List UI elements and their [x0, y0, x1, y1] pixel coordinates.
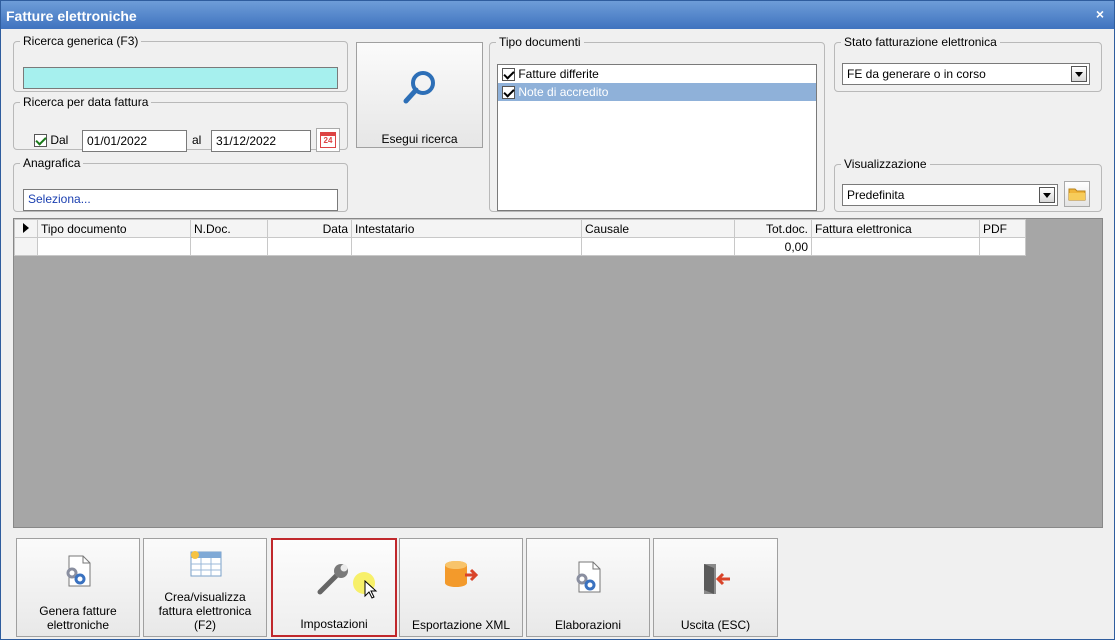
magnifier-icon	[403, 71, 435, 104]
anagrafica-group: Anagrafica Seleziona...	[13, 156, 348, 212]
results-grid: Tipo documento N.Doc. Data Intestatario …	[13, 218, 1103, 528]
checkmark-icon	[502, 68, 515, 82]
window-title: Fatture elettroniche	[6, 8, 137, 24]
folder-icon	[1068, 188, 1086, 201]
column-header[interactable]: Causale	[581, 219, 735, 238]
button-label: Esportazione XML	[411, 618, 511, 632]
doc-types-legend: Tipo documenti	[499, 35, 581, 49]
button-label: Elaborazioni	[554, 618, 622, 632]
view-value: Predefinita	[847, 188, 905, 202]
doc-type-item[interactable]: Note di accredito	[498, 83, 816, 101]
fe-status-group: Stato fatturazione elettronica FE da gen…	[834, 35, 1102, 92]
table-sun-icon	[190, 551, 222, 577]
column-header[interactable]: Intestatario	[351, 219, 582, 238]
row-indicator	[14, 237, 38, 256]
table-cell	[190, 237, 268, 256]
view-group: Visualizzazione Predefinita	[834, 157, 1102, 212]
date-from-input[interactable]	[82, 130, 187, 152]
column-header[interactable]: N.Doc.	[190, 219, 268, 238]
close-icon[interactable]: ×	[1096, 6, 1104, 22]
doc-type-item[interactable]: Fatture differite	[498, 65, 816, 83]
database-export-icon	[445, 561, 479, 587]
row-indicator-header	[14, 219, 38, 238]
anagrafica-select[interactable]: Seleziona...	[23, 189, 338, 211]
calendar-icon: 24	[320, 132, 336, 148]
date-search-group: Ricerca per data fattura Dal al 24	[13, 95, 348, 152]
fe-status-select[interactable]: FE da generare o in corso	[842, 63, 1090, 85]
column-header[interactable]: Fattura elettronica	[811, 219, 980, 238]
grid-header-row: Tipo documento N.Doc. Data Intestatario …	[14, 219, 1026, 238]
title-bar: Fatture elettroniche ×	[1, 1, 1114, 29]
main-window: Fatture elettroniche × Ricerca generica …	[0, 0, 1115, 640]
date-from-label: Dal	[50, 133, 69, 147]
generic-search-legend: Ricerca generica (F3)	[23, 34, 139, 48]
mouse-pointer-icon	[364, 580, 378, 599]
button-label: Crea/visualizza fattura elettronica (F2)	[158, 590, 252, 632]
checkmark-icon	[502, 86, 515, 100]
date-to-label: al	[192, 133, 202, 147]
table-row[interactable]: 0,00	[14, 237, 1026, 256]
checkmark-icon	[34, 134, 47, 148]
wrench-icon	[317, 564, 348, 595]
settings-button[interactable]: Impostazioni	[271, 538, 397, 637]
view-legend: Visualizzazione	[844, 157, 927, 171]
arrow-right-icon	[23, 222, 29, 233]
table-cell	[267, 237, 352, 256]
date-to-input[interactable]	[211, 130, 311, 152]
button-label: Uscita (ESC)	[680, 618, 751, 632]
date-search-legend: Ricerca per data fattura	[23, 95, 149, 109]
button-label: Genera fatture elettroniche	[39, 604, 117, 632]
column-header[interactable]: PDF	[979, 219, 1026, 238]
table-cell	[811, 237, 980, 256]
fe-status-legend: Stato fatturazione elettronica	[844, 35, 997, 49]
table-cell	[37, 237, 191, 256]
generic-search-group: Ricerca generica (F3)	[13, 34, 348, 92]
table-cell	[979, 237, 1026, 256]
doc-types-list: Fatture differite Note di accredito	[497, 64, 817, 211]
open-folder-button[interactable]	[1064, 181, 1090, 207]
anagrafica-legend: Anagrafica	[23, 156, 81, 170]
chevron-down-icon	[1075, 71, 1083, 77]
fe-status-value: FE da generare o in corso	[847, 67, 986, 81]
date-from-checkbox[interactable]: Dal	[34, 133, 69, 148]
gear-document-icon	[66, 555, 91, 587]
calendar-button[interactable]: 24	[316, 128, 340, 152]
gear-document-icon	[576, 561, 601, 593]
dropdown-button[interactable]	[1071, 66, 1087, 82]
exit-button[interactable]: Uscita (ESC)	[653, 538, 778, 637]
column-header[interactable]: Data	[267, 219, 352, 238]
view-select[interactable]: Predefinita	[842, 184, 1058, 206]
column-header[interactable]: Tipo documento	[37, 219, 191, 238]
search-button[interactable]: Esegui ricerca	[356, 42, 483, 148]
processing-button[interactable]: Elaborazioni	[526, 538, 650, 637]
table-cell	[581, 237, 735, 256]
search-button-label: Esegui ricerca	[381, 132, 458, 146]
dropdown-button[interactable]	[1039, 187, 1055, 203]
column-header[interactable]: Tot.doc.	[734, 219, 812, 238]
generate-invoices-button[interactable]: Genera fatture elettroniche	[16, 538, 140, 637]
exit-door-icon	[703, 564, 730, 594]
create-view-invoice-button[interactable]: Crea/visualizza fattura elettronica (F2)	[143, 538, 267, 637]
button-label: Impostazioni	[300, 617, 368, 631]
doc-type-label: Fatture differite	[518, 67, 599, 81]
doc-types-group: Tipo documenti Fatture differite Note di…	[489, 35, 825, 212]
table-cell: 0,00	[734, 237, 812, 256]
doc-type-label: Note di accredito	[518, 85, 609, 99]
generic-search-input[interactable]	[23, 67, 338, 89]
table-cell	[351, 237, 582, 256]
xml-export-button[interactable]: Esportazione XML	[399, 538, 523, 637]
chevron-down-icon	[1043, 192, 1051, 198]
results-table: Tipo documento N.Doc. Data Intestatario …	[14, 219, 1026, 256]
